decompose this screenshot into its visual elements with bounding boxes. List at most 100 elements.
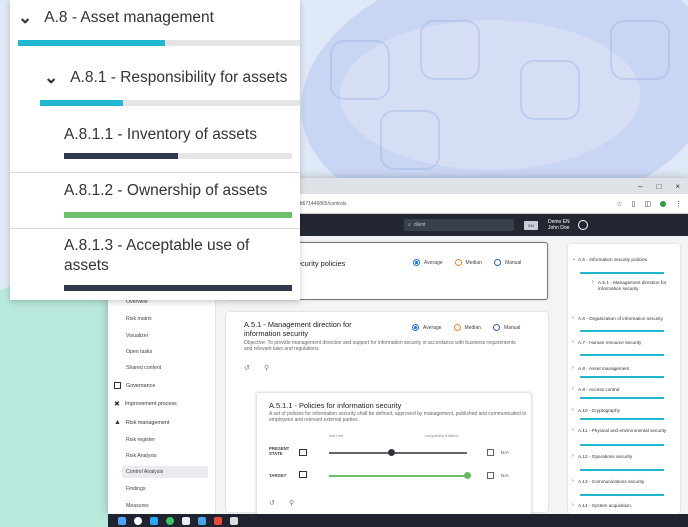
chevron-right-icon: › xyxy=(572,339,574,345)
control-tree-panel: ⌄ A.5 - Information security policies › A.… xyxy=(568,244,680,514)
sidepanel-icon[interactable]: ◫ xyxy=(644,200,651,208)
tree-item-a10[interactable]: › A.10 - Cryptography xyxy=(572,407,674,414)
search-input[interactable]: ⌕ client xyxy=(404,219,514,231)
radio-median[interactable]: Median xyxy=(454,259,482,266)
app-icon[interactable] xyxy=(230,516,238,525)
sidebar-item-shared-content[interactable]: Shared content xyxy=(126,365,161,371)
taskbar xyxy=(108,514,688,527)
tree-item-label: A.6 - Organization of information securi… xyxy=(578,316,663,321)
tree-item-a14[interactable]: › A.14 - System acquisition, xyxy=(572,502,674,509)
progress-fill xyxy=(64,285,292,291)
extensions-icon[interactable]: ▯ xyxy=(632,200,636,208)
tree-item-a8[interactable]: ⌄ A.8 - Asset management xyxy=(18,8,214,28)
sidebar-item-risk-analysis[interactable]: Risk Analysis xyxy=(126,453,157,459)
sidebar-item-visualizer[interactable]: Visualizer xyxy=(126,333,148,339)
attachment-icon[interactable]: ⚲ xyxy=(289,499,294,507)
chevron-right-icon: › xyxy=(572,478,574,484)
maximize-icon[interactable]: □ xyxy=(656,182,661,191)
target-slider-handle[interactable] xyxy=(463,472,471,479)
tree-item-a81[interactable]: ⌄ A.8.1 - Responsibility for assets xyxy=(44,68,287,88)
na-label: N/A xyxy=(501,450,509,455)
sidebar-item-risk-register[interactable]: Risk register xyxy=(126,437,155,443)
radio-median[interactable]: Median xyxy=(453,324,481,331)
tree-item-a5[interactable]: ⌄ A.5 - Information security policies xyxy=(572,256,674,263)
chevron-right-icon: › xyxy=(572,502,574,508)
radio-manual[interactable]: Manual xyxy=(492,324,520,331)
start-icon[interactable] xyxy=(118,516,126,525)
tree-item-a6[interactable]: › A.6 - Organization of information secur… xyxy=(572,315,674,322)
attachment-icon[interactable]: ⚲ xyxy=(264,364,269,372)
tree-progress-bar-a81 xyxy=(40,100,300,106)
search-icon[interactable] xyxy=(134,516,142,525)
tree-item-a11[interactable]: › A.11 - Physical and environmental secur… xyxy=(572,427,674,434)
radio-average[interactable]: Average xyxy=(413,259,443,266)
target-slider-track[interactable] xyxy=(329,475,467,477)
sidebar-section-improvement[interactable]: ✖ Improvement process xyxy=(114,400,177,408)
control-card-a511: A.5.1.1 - Policies for information secur… xyxy=(256,392,532,514)
divider xyxy=(10,172,300,173)
app-icon[interactable] xyxy=(214,516,222,525)
progress-fill xyxy=(18,40,165,46)
tree-item-a13[interactable]: › A.13 - Communications security xyxy=(572,478,674,485)
star-icon[interactable]: ☆ xyxy=(616,200,622,208)
document-edit-icon[interactable] xyxy=(299,471,307,478)
app-icon[interactable] xyxy=(182,516,190,525)
tree-item-a811[interactable]: A.8.1.1 - Inventory of assets xyxy=(64,126,257,144)
document-edit-icon[interactable] xyxy=(299,449,307,456)
chevron-down-icon: ⌄ xyxy=(572,256,577,262)
sidebar-item-measures[interactable]: Measures xyxy=(126,503,149,509)
tree-item-a813[interactable]: A.8.1.3 - Acceptable use of assets xyxy=(64,236,274,276)
radio-selected-icon xyxy=(413,259,420,266)
tree-item-label: A.8 - Asset management xyxy=(44,9,214,26)
tree-item-a8[interactable]: › A.8 - Asset management xyxy=(572,365,674,372)
card-objective: Objective: To provide management directi… xyxy=(244,340,516,353)
app-icon[interactable] xyxy=(198,516,206,525)
menu-icon[interactable]: ⋮ xyxy=(675,200,682,208)
tree-item-label: A.5 - Information security policies xyxy=(578,257,648,262)
history-icon[interactable]: ↺ xyxy=(269,499,275,507)
chevron-right-icon: › xyxy=(572,386,574,392)
sidebar-item-open-tasks[interactable]: Open tasks xyxy=(126,349,152,355)
present-state-na-checkbox[interactable] xyxy=(487,449,494,456)
sidebar-section-label: Governance xyxy=(126,382,156,389)
progress-fill xyxy=(40,100,124,106)
tree-item-a9[interactable]: › A.9 - Access control xyxy=(572,386,674,393)
sidebar-section-risk-management[interactable]: ▲ Risk management xyxy=(114,419,169,426)
present-state-slider-handle[interactable] xyxy=(387,449,395,456)
sidebar-section-label: Risk management xyxy=(125,419,170,426)
sidebar-item-control-analysis[interactable]: Control Analysis xyxy=(126,469,163,475)
user-avatar-icon[interactable] xyxy=(577,220,588,230)
language-selector[interactable]: EN xyxy=(524,220,538,230)
minimize-icon[interactable]: – xyxy=(638,182,642,191)
close-icon[interactable]: × xyxy=(675,182,680,191)
tree-progress-bar xyxy=(580,354,664,356)
tree-item-a812[interactable]: A.8.1.2 - Ownership of assets xyxy=(64,182,267,200)
divider xyxy=(10,228,300,229)
app-icon[interactable] xyxy=(150,516,158,525)
chevron-right-icon: › xyxy=(572,315,574,321)
chevron-right-icon: › xyxy=(592,279,594,285)
tree-item-label: A.14 - System acquisition, xyxy=(578,503,633,508)
chevron-right-icon: › xyxy=(572,453,574,459)
target-na-checkbox[interactable] xyxy=(487,472,494,479)
present-state-label: PRESENT STATE xyxy=(269,446,290,456)
card-title: A.5.1 - Management direction for informa… xyxy=(244,320,352,338)
sidebar-item-risk-matrix[interactable]: Risk matrix xyxy=(126,316,152,322)
radio-label: Average xyxy=(423,324,442,331)
aggregation-radio-group: Average Median Manual xyxy=(412,324,520,331)
chevron-right-icon: › xyxy=(572,427,574,433)
app-icon[interactable] xyxy=(166,516,174,525)
sidebar-item-findings[interactable]: Findings xyxy=(126,486,146,492)
tree-item-a51[interactable]: › A.5.1 - Management direction for inform… xyxy=(592,279,668,291)
history-icon[interactable]: ↺ xyxy=(244,364,250,372)
tree-progress-bar xyxy=(580,444,664,446)
radio-icon xyxy=(454,259,462,266)
radio-manual[interactable]: Manual xyxy=(493,259,521,266)
present-state-slider-track[interactable] xyxy=(329,452,467,454)
sidebar-section-governance[interactable]: Governance xyxy=(114,382,155,389)
tree-item-a12[interactable]: › A.12 - Operations security xyxy=(572,453,674,460)
profile-icon[interactable] xyxy=(660,200,666,207)
radio-average[interactable]: Average xyxy=(412,324,442,331)
tree-item-a7[interactable]: › A.7 - Human resource security xyxy=(572,339,674,346)
chevron-right-icon: › xyxy=(572,365,574,371)
